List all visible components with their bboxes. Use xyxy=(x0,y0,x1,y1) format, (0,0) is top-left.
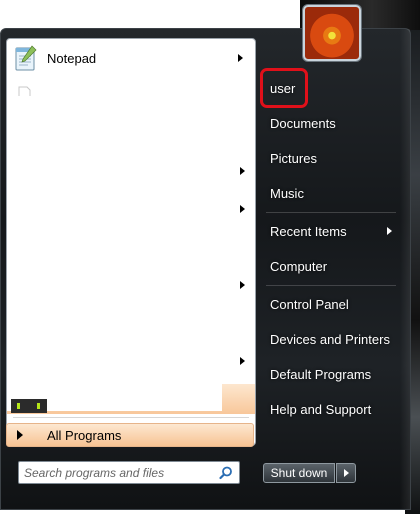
nav-item-computer[interactable]: Computer xyxy=(264,252,402,280)
nav-item-recent-items[interactable]: Recent Items xyxy=(264,217,402,245)
notepad-icon xyxy=(15,45,37,71)
nav-label: Devices and Printers xyxy=(270,331,390,347)
divider xyxy=(266,212,396,213)
user-picture-avatar[interactable] xyxy=(303,5,361,61)
search-icon[interactable] xyxy=(219,466,233,480)
nav-item-documents[interactable]: Documents xyxy=(264,109,402,137)
nav-label: Pictures xyxy=(270,150,317,166)
document-icon xyxy=(18,86,31,96)
search-input[interactable] xyxy=(24,463,212,482)
submenu-arrow-icon[interactable] xyxy=(240,357,245,365)
program-item-notepad[interactable]: Notepad xyxy=(7,40,255,76)
shutdown-label: Shut down xyxy=(270,466,328,480)
divider xyxy=(13,417,249,418)
shutdown-button[interactable]: Shut down xyxy=(263,463,335,483)
annotation-highlight xyxy=(260,68,308,108)
all-programs-label: All Programs xyxy=(47,427,122,443)
app-icon xyxy=(11,399,47,413)
divider xyxy=(266,285,396,286)
search-box[interactable] xyxy=(18,461,240,484)
submenu-arrow-icon[interactable] xyxy=(238,54,243,62)
nav-label: Documents xyxy=(270,115,336,131)
nav-item-default-programs[interactable]: Default Programs xyxy=(264,360,402,388)
nav-item-help-and-support[interactable]: Help and Support xyxy=(264,395,402,423)
submenu-arrow-icon[interactable] xyxy=(387,227,392,235)
all-programs-button[interactable]: All Programs xyxy=(6,423,254,447)
submenu-arrow-icon[interactable] xyxy=(240,205,245,213)
nav-label: Recent Items xyxy=(270,223,347,239)
nav-label: Default Programs xyxy=(270,366,372,382)
nav-label: Music xyxy=(270,185,304,201)
submenu-arrow-icon[interactable] xyxy=(240,281,245,289)
nav-label: Help and Support xyxy=(270,401,372,417)
nav-label: Control Panel xyxy=(270,296,349,312)
nav-item-devices-and-printers[interactable]: Devices and Printers xyxy=(264,325,402,353)
triangle-right-icon xyxy=(17,430,23,440)
nav-item-pictures[interactable]: Pictures xyxy=(264,144,402,172)
nav-item-control-panel[interactable]: Control Panel xyxy=(264,290,402,318)
nav-label: Computer xyxy=(270,258,328,274)
nav-item-music[interactable]: Music xyxy=(264,179,402,207)
program-label: Notepad xyxy=(47,50,97,66)
submenu-arrow-icon[interactable] xyxy=(240,167,245,175)
programs-pane: Notepad xyxy=(6,38,256,446)
shutdown-options-button[interactable] xyxy=(336,463,356,483)
